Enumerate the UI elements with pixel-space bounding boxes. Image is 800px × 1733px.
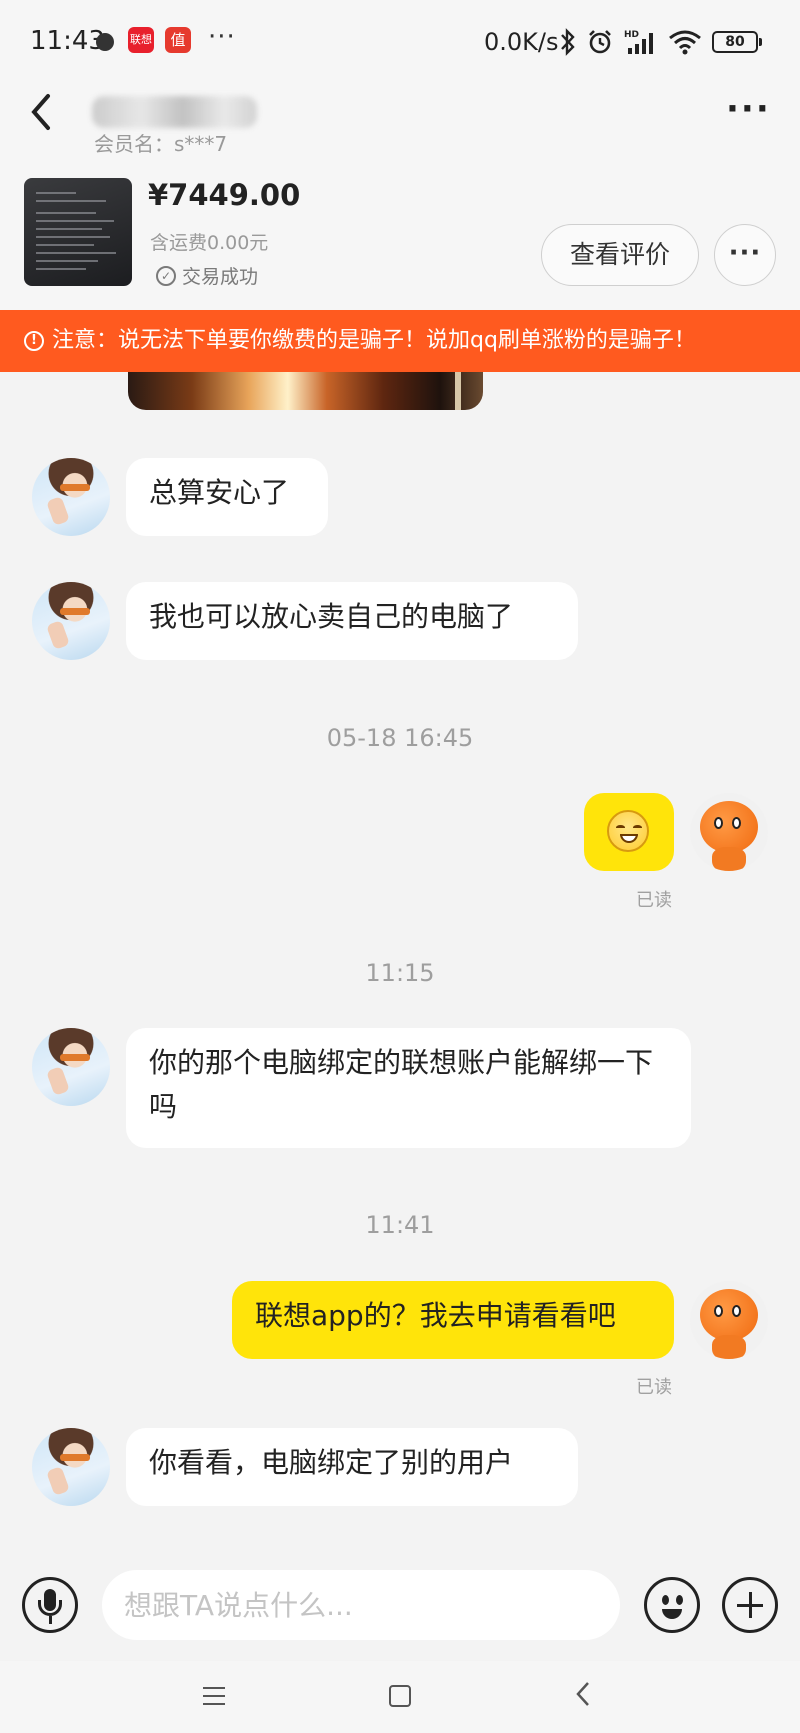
more-actions-button[interactable] [722,1577,778,1633]
message-timestamp: 11:15 [365,959,435,987]
product-price: ¥7449.00 [148,178,301,212]
voice-input-button[interactable] [22,1577,78,1633]
message-timestamp: 05-18 16:45 [326,724,474,752]
nav-back-icon[interactable] [575,1679,591,1715]
view-review-button[interactable]: 查看评价 [541,224,699,286]
input-bar [0,1555,800,1655]
message-input[interactable] [102,1570,620,1640]
product-card: ¥7449.00 含运费0.00元 ✓ 交易成功 查看评价 ··· [0,158,800,310]
product-thumbnail[interactable] [24,178,132,286]
deal-status-label: 交易成功 [182,266,259,288]
status-bar: 11:43 联想 值 ··· 0.0K/s HD 80 [0,0,800,90]
chevron-left-icon [31,94,50,130]
message-bubble-incoming: 你的那个电脑绑定的联想账户能解绑一下吗 [126,1028,691,1148]
signal-icon: HD [624,30,653,54]
chat-header: 会员名：s***7 ··· [0,90,800,158]
message-bubble-outgoing: 联想app的？我去申请看看吧 [232,1281,674,1359]
menu-icon[interactable] [203,1687,225,1705]
lenovo-app-icon: 联想 [128,27,154,53]
fraud-warning-banner: ! 注意：说无法下单要你缴费的是骗子！说加qq刷单涨粉的是骗子！ [0,310,800,372]
message-bubble-incoming: 我也可以放心卖自己的电脑了 [126,582,578,660]
image-message[interactable] [128,372,483,410]
wifi-icon [669,30,701,55]
deal-status: ✓ 交易成功 [156,262,258,289]
home-icon[interactable] [389,1685,411,1707]
header-more-button[interactable]: ··· [726,92,771,126]
warning-text: 注意：说无法下单要你缴费的是骗子！说加qq刷单涨粉的是骗子！ [52,328,696,353]
read-receipt: 已读 [636,1377,672,1398]
svg-text:HD: HD [624,30,639,40]
shipping-fee: 含运费0.00元 [150,232,269,254]
system-nav-bar [0,1661,800,1733]
status-time: 11:43 [30,26,105,56]
record-indicator-icon [96,33,114,51]
status-icons: HD 80 [560,24,762,60]
product-more-button[interactable]: ··· [714,224,776,286]
network-speed: 0.0K/s [484,28,559,56]
message-bubble-incoming: 总算安心了 [126,458,328,536]
status-more-icon: ··· [208,22,236,52]
seller-avatar[interactable] [32,458,110,536]
check-circle-icon: ✓ [156,265,176,286]
emoji-button[interactable] [644,1577,700,1633]
member-name: 会员名：s***7 [94,132,228,156]
alarm-icon [589,30,611,54]
smiley-icon [662,1595,669,1605]
bluetooth-icon [561,28,575,56]
buyer-avatar[interactable] [690,1281,768,1359]
battery-icon: 80 [712,31,762,53]
seller-avatar[interactable] [32,1428,110,1506]
seller-avatar[interactable] [32,1028,110,1106]
seller-avatar[interactable] [32,582,110,660]
message-bubble-incoming: 你看看，电脑绑定了别的用户 [126,1428,578,1506]
read-receipt: 已读 [636,890,672,911]
buyer-avatar[interactable] [690,793,768,871]
zhide-app-icon: 值 [165,27,191,53]
seller-name-redacted [92,96,257,128]
message-timestamp: 11:41 [365,1211,435,1239]
alert-icon: ! [24,331,44,351]
grinning-emoji-icon [607,810,649,852]
back-button[interactable] [26,90,66,140]
